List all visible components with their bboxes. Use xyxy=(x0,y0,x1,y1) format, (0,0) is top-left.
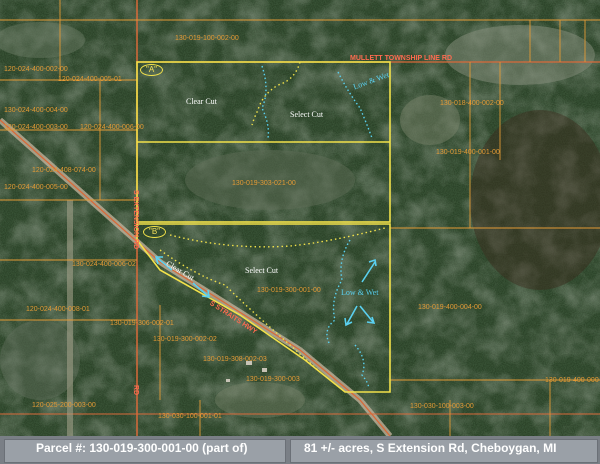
parcel-label: 130-019-308-002-03 xyxy=(203,356,267,363)
parcel-number-text: Parcel #: 130-019-300-001-00 (part of) xyxy=(36,441,248,455)
marker-b: "B" xyxy=(143,226,167,238)
parcel-label: 130-019-400-001-00 xyxy=(436,149,500,156)
parcel-label: 120-024-400-006-00 xyxy=(80,124,144,131)
parcel-label: 130-024-400-004-00 xyxy=(4,107,68,114)
parcel-label: 120-024-400-005-00 xyxy=(4,184,68,191)
open-area-south xyxy=(215,382,305,418)
property-description-text: 81 +/- acres, S Extension Rd, Cheboygan,… xyxy=(304,441,557,455)
clear-cut-north-label: Clear Cut xyxy=(186,97,217,106)
caption-bar: Parcel #: 130-019-300-001-00 (part of) 8… xyxy=(0,436,600,464)
extension-road-label: S EXTENSION RD xyxy=(132,190,139,250)
parcel-label: 120-024-400-005-01 xyxy=(58,76,122,83)
parcel-label: 130-019-400-000 xyxy=(545,377,599,384)
parcel-label: 120-024-408-074-00 xyxy=(32,167,96,174)
parcel-label: 120-024-400-003-00 xyxy=(4,124,68,131)
parcel-label: 130-030-100-001-01 xyxy=(158,413,222,420)
select-cut-south-label: Select Cut xyxy=(245,266,279,275)
parcel-label: 120-024-400-002-00 xyxy=(4,66,68,73)
parcel-label: 130-030-100-003-00 xyxy=(410,403,474,410)
parcel-label: 130-019-306-002-01 xyxy=(110,320,174,327)
open-area-northeast xyxy=(445,25,595,85)
low-wet-south-label: Low & Wet xyxy=(341,288,379,297)
parcel-label: 120-024-400-008-01 xyxy=(26,306,90,313)
parcel-label: 130-019-100-002-00 xyxy=(175,35,239,42)
parcel-label: 130-019-303-021-00 xyxy=(232,180,296,187)
parcel-label: 120-025-200-003-00 xyxy=(32,402,96,409)
marker-a: "A" xyxy=(140,64,164,76)
parcel-label: 130-019-300-003 xyxy=(246,376,300,383)
select-cut-north-label: Select Cut xyxy=(290,110,324,119)
parcel-label: 130-018-400-002-00 xyxy=(440,100,504,107)
parcel-label: 130-019-300-002-02 xyxy=(153,336,217,343)
parcel-label: 130-019-400-004-00 xyxy=(418,304,482,311)
aerial-parcel-map xyxy=(0,0,600,438)
township-line-road-label: MULLETT TOWNSHIP LINE RD xyxy=(350,55,453,62)
parcel-label: 130-019-300-001-00 xyxy=(257,287,321,294)
bottom-road-label: RD xyxy=(132,385,139,396)
parcel-label: 130-024-400-006-02 xyxy=(72,261,136,268)
